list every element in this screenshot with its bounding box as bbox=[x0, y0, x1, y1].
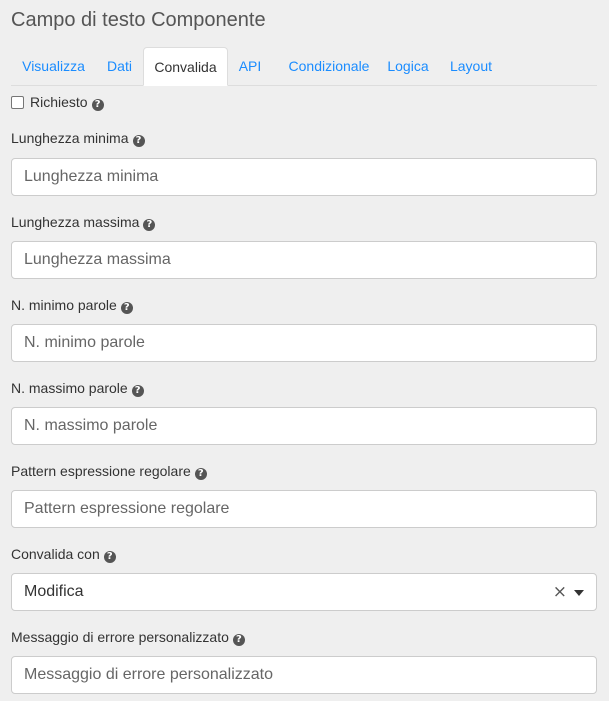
max-words-input[interactable]: N. massimo parole bbox=[11, 407, 597, 445]
min-length-label: Lunghezza minima? bbox=[11, 130, 145, 147]
component-title: Campo di testo Componente bbox=[11, 9, 266, 31]
required-label: Richiesto bbox=[30, 94, 88, 110]
tab-bar: Visualizza Dati Convalida API Condiziona… bbox=[11, 47, 597, 86]
tab-api[interactable]: API bbox=[230, 47, 270, 85]
tab-convalida[interactable]: Convalida bbox=[143, 47, 228, 86]
help-icon[interactable]: ? bbox=[91, 99, 104, 111]
min-words-input[interactable]: N. minimo parole bbox=[11, 324, 597, 362]
tab-visualizza[interactable]: Visualizza bbox=[11, 47, 96, 85]
custom-message-label-text: Messaggio di errore personalizzato bbox=[11, 629, 229, 645]
validate-on-select[interactable]: Modifica × bbox=[11, 573, 597, 611]
validate-on-label-text: Convalida con bbox=[11, 546, 100, 562]
tab-dati[interactable]: Dati bbox=[97, 47, 142, 85]
help-icon[interactable]: ? bbox=[232, 634, 245, 646]
min-words-label: N. minimo parole? bbox=[11, 297, 133, 314]
tab-logica[interactable]: Logica bbox=[381, 47, 435, 85]
help-icon[interactable]: ? bbox=[103, 551, 116, 563]
validate-on-label: Convalida con? bbox=[11, 546, 116, 563]
pattern-input[interactable]: Pattern espressione regolare bbox=[11, 490, 597, 528]
help-icon[interactable]: ? bbox=[194, 468, 207, 480]
help-icon[interactable]: ? bbox=[131, 385, 144, 397]
custom-message-label: Messaggio di errore personalizzato? bbox=[11, 629, 245, 646]
max-words-label: N. massimo parole? bbox=[11, 380, 144, 397]
validate-on-value: Modifica bbox=[24, 583, 84, 600]
custom-message-input[interactable]: Messaggio di errore personalizzato bbox=[11, 656, 597, 694]
min-length-input[interactable]: Lunghezza minima bbox=[11, 158, 597, 196]
pattern-label: Pattern espressione regolare? bbox=[11, 463, 207, 480]
required-checkbox[interactable] bbox=[11, 96, 24, 109]
help-icon[interactable]: ? bbox=[120, 302, 133, 314]
clear-icon[interactable]: × bbox=[553, 574, 567, 610]
tab-condizionale[interactable]: Condizionale bbox=[277, 47, 381, 85]
max-length-input[interactable]: Lunghezza massima bbox=[11, 241, 597, 279]
help-icon[interactable]: ? bbox=[143, 219, 156, 231]
max-length-label-text: Lunghezza massima bbox=[11, 214, 140, 230]
min-length-label-text: Lunghezza minima bbox=[11, 130, 129, 146]
required-checkbox-row[interactable]: Richiesto? bbox=[11, 94, 104, 111]
chevron-down-icon[interactable] bbox=[574, 590, 584, 596]
max-words-label-text: N. massimo parole bbox=[11, 380, 128, 396]
help-icon[interactable]: ? bbox=[132, 135, 145, 147]
min-words-label-text: N. minimo parole bbox=[11, 297, 117, 313]
max-length-label: Lunghezza massima? bbox=[11, 214, 156, 231]
tab-layout[interactable]: Layout bbox=[443, 47, 499, 85]
pattern-label-text: Pattern espressione regolare bbox=[11, 463, 191, 479]
